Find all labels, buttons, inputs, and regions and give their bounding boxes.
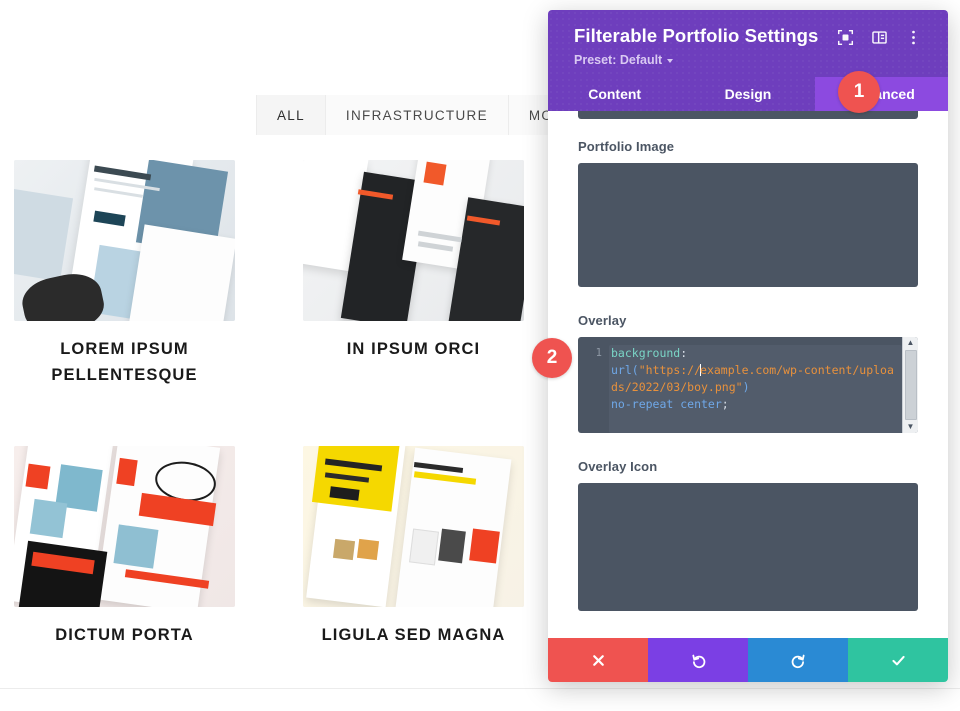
field-label: Overlay Icon: [578, 459, 658, 475]
portfolio-item-title: DICTUM PORTA: [55, 626, 194, 645]
sunglasses-shop-mockup-image: [14, 160, 235, 321]
overlay-code-editor[interactable]: 1 background: url("https://example.com/w…: [578, 337, 918, 434]
dark-mobile-app-mockup-image: [303, 160, 524, 321]
page-divider: [0, 688, 960, 689]
check-icon: [891, 655, 905, 665]
portfolio-thumbnail[interactable]: [303, 160, 524, 321]
cancel-button[interactable]: [548, 638, 648, 682]
yellow-strategy-mockup-image: [303, 446, 524, 608]
scroll-up-icon[interactable]: ▲: [907, 339, 915, 347]
undo-icon: [691, 654, 705, 668]
code-token-value: no-repeat center: [611, 397, 722, 412]
scroll-down-icon[interactable]: ▼: [907, 423, 915, 431]
filterable-portfolio-settings-modal: Filterable Portfolio Settings Preset: De…: [548, 10, 948, 682]
step-badge-2: 2: [532, 338, 572, 378]
code-token-colon: :: [680, 346, 688, 361]
code-editor-scrollbar[interactable]: ▲ ▼: [902, 337, 918, 434]
code-token-property: background: [611, 346, 681, 361]
code-text[interactable]: background: url("https://example.com/wp-…: [609, 345, 902, 434]
bike-repair-mockup-image: [14, 446, 235, 608]
code-token-semicolon: ;: [721, 397, 729, 412]
scrolled-field-remnant: [578, 111, 918, 120]
preset-selector[interactable]: Preset: Default: [574, 53, 922, 67]
modal-header: Filterable Portfolio Settings Preset: De…: [548, 10, 948, 78]
tab-content[interactable]: Content: [548, 77, 681, 111]
modal-title: Filterable Portfolio Settings: [574, 25, 819, 46]
filter-tab-all[interactable]: ALL: [256, 95, 326, 135]
portfolio-thumbnail[interactable]: [14, 446, 235, 608]
step-badge-1: 1: [838, 71, 880, 113]
portfolio-item[interactable]: LIGULA SED MAGNA: [303, 446, 578, 649]
tab-design[interactable]: Design: [681, 77, 814, 111]
field-portfolio-image: Portfolio Image: [578, 139, 918, 288]
chevron-down-icon: [667, 59, 674, 64]
close-icon: [592, 654, 604, 666]
save-button[interactable]: [848, 638, 948, 682]
redo-icon: [791, 654, 805, 668]
field-overlay: Overlay 1 background: url("https://examp…: [578, 313, 918, 434]
modal-body: Portfolio Image Overlay 1 background: ur…: [548, 111, 948, 638]
code-token-function: url: [611, 363, 632, 378]
scrollbar-thumb[interactable]: [904, 350, 917, 421]
portfolio-item-title: IN IPSUM ORCI: [346, 340, 481, 358]
portfolio-item[interactable]: LOREM IPSUM PELLENTESQUE: [14, 160, 289, 388]
portfolio-thumbnail[interactable]: [14, 160, 235, 321]
redo-button[interactable]: [748, 638, 848, 682]
undo-button[interactable]: [648, 638, 748, 682]
more-options-icon[interactable]: [905, 29, 922, 46]
modal-tab-bar: Content Design Advanced: [548, 77, 948, 112]
code-token-paren-open: (: [631, 363, 639, 378]
portfolio-item[interactable]: DICTUM PORTA: [14, 446, 289, 649]
field-overlay-icon: Overlay Icon: [578, 459, 918, 612]
code-token-paren-close: ): [742, 380, 750, 395]
modal-footer: [548, 638, 948, 682]
overlay-icon-code-field[interactable]: [578, 483, 918, 612]
portfolio-item-title: LIGULA SED MAGNA: [321, 626, 506, 645]
tab-advanced[interactable]: Advanced: [814, 77, 948, 112]
portfolio-item-title: LOREM IPSUM PELLENTESQUE: [51, 340, 198, 384]
field-label: Portfolio Image: [578, 139, 675, 155]
code-token-string-before-caret: "https://: [638, 363, 702, 378]
portfolio-thumbnail[interactable]: [303, 446, 524, 608]
preset-label: Preset: Default: [574, 53, 663, 68]
portfolio-image-code-field[interactable]: [578, 163, 918, 288]
code-line-number: 1: [595, 347, 602, 360]
field-label: Overlay: [578, 313, 627, 329]
layout-split-icon[interactable]: [871, 29, 888, 46]
filter-tab-infrastructure[interactable]: INFRASTRUCTURE: [325, 95, 509, 135]
focus-target-icon[interactable]: [837, 29, 854, 46]
